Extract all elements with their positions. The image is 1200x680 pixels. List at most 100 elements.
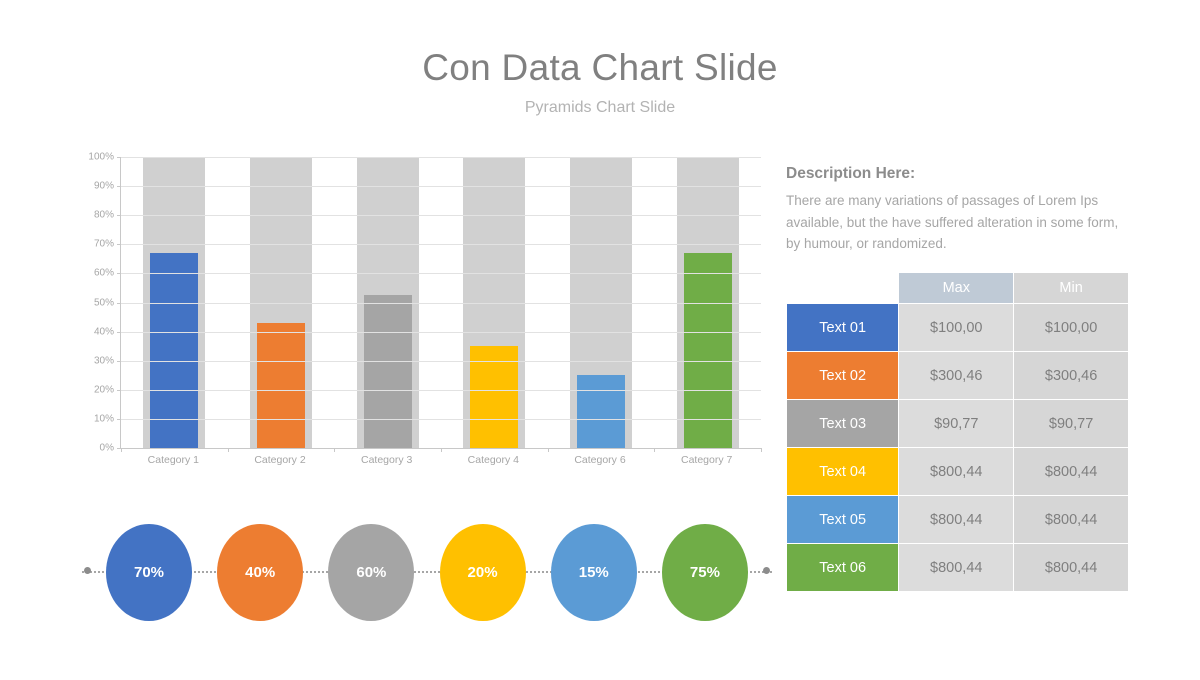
table-row-label: Text 06 <box>787 544 899 591</box>
x-axis-category-label: Category 7 <box>681 454 733 466</box>
y-axis-tickmark <box>117 244 121 246</box>
chart-gridline <box>121 273 761 275</box>
chart-gridline <box>121 215 761 217</box>
data-table: Max Min Text 01 $100,00 $100,00 Text 02 $300… <box>786 272 1129 592</box>
table-header-min: Min <box>1014 273 1128 303</box>
y-axis-tickmark <box>117 186 121 188</box>
table-cell-max: $800,44 <box>899 496 1014 543</box>
x-axis-tickmark <box>227 448 229 452</box>
percentage-circle-label: 60% <box>356 563 387 581</box>
y-axis-tick-label: 50% <box>93 297 114 308</box>
chart-gridline <box>121 418 761 420</box>
x-axis-category-label: Category 2 <box>254 454 306 466</box>
chart-gridline <box>121 389 761 391</box>
table-row-label: Text 04 <box>787 448 899 495</box>
percentage-circle[interactable]: 60% <box>328 523 415 621</box>
table-body: Text 01 $100,00 $100,00 Text 02 $300,46 $300,… <box>787 304 1128 591</box>
table-row[interactable]: Text 04 $800,44 $800,44 <box>787 448 1128 495</box>
percentage-circle[interactable]: 20% <box>439 523 526 621</box>
description-heading: Description Here: <box>786 165 916 182</box>
table-row-label: Text 01 <box>787 304 899 351</box>
x-axis-category-label: Category 1 <box>147 454 200 466</box>
table-cell-min: $90,77 <box>1014 400 1128 447</box>
bar-chart: 0% 10% 20% 30% 40% 50% 60% 70% 80% 90% 100% Catego… <box>82 151 763 480</box>
percentage-circle-label: 40% <box>245 563 276 581</box>
description-body: There are many variations of passages of… <box>786 193 1119 251</box>
chart-gridline <box>121 360 761 362</box>
table-header-max: Max <box>899 273 1014 303</box>
table-row[interactable]: Text 05 $800,44 $800,44 <box>787 496 1128 543</box>
y-axis-tick-label: 30% <box>93 355 114 367</box>
y-axis-tick-label: 100% <box>88 151 114 163</box>
table-cell-min: $800,44 <box>1014 544 1128 591</box>
y-axis-tickmark <box>117 273 121 275</box>
y-axis-tickmark <box>117 157 121 158</box>
y-axis-tick-label: 60% <box>93 267 114 279</box>
y-axis-tick-label: 40% <box>93 326 114 338</box>
description-block: Description Here: There are many variati… <box>786 163 1136 255</box>
table-header-blank <box>787 273 899 303</box>
y-axis-tickmark <box>117 331 121 333</box>
y-axis-tickmark <box>117 448 121 449</box>
table-cell-max: $300,46 <box>899 352 1014 399</box>
y-axis-tick-label: 20% <box>93 384 114 396</box>
percentage-circles-row: 70% 40% 60% 20% 15% 75% <box>82 522 772 622</box>
y-axis-tick-label: 10% <box>93 413 114 425</box>
table-row[interactable]: Text 01 $100,00 $100,00 <box>787 304 1128 351</box>
circles-container: 70% 40% 60% 20% 15% 75% <box>106 522 748 622</box>
table-cell-max: $90,77 <box>899 400 1014 447</box>
table-row[interactable]: Text 02 $300,46 $300,46 <box>787 352 1128 399</box>
percentage-circle-label: 15% <box>578 563 609 581</box>
table-cell-min: $300,46 <box>1014 352 1128 399</box>
y-axis-tick-label: 70% <box>93 238 114 250</box>
percentage-circle[interactable]: 70% <box>106 523 192 621</box>
table-head: Max Min <box>787 273 1128 303</box>
percentage-circle-label: 75% <box>689 563 720 581</box>
chart-gridline <box>121 186 761 188</box>
table-row-label: Text 05 <box>787 496 899 543</box>
y-axis-tickmark <box>117 360 121 362</box>
x-axis-tickmark <box>761 448 763 452</box>
x-axis-tickmark <box>441 448 443 452</box>
table-header-row: Max Min <box>787 273 1128 303</box>
page-subtitle: Pyramids Chart Slide <box>524 99 676 116</box>
percentage-circle-label: 70% <box>133 563 165 581</box>
x-axis-tickmark <box>334 448 336 452</box>
chart-gridline <box>121 302 761 304</box>
table-cell-min: $800,44 <box>1014 448 1128 495</box>
chart-gridline <box>121 331 761 333</box>
table-row[interactable]: Text 03 $90,77 $90,77 <box>787 400 1128 447</box>
table-row[interactable]: Text 06 $800,44 $800,44 <box>787 544 1128 591</box>
table-cell-min: $800,44 <box>1014 496 1128 543</box>
table-cell-max: $800,44 <box>899 448 1014 495</box>
page-title: Con Data Chart Slide <box>422 47 778 88</box>
table-cell-max: $100,00 <box>899 304 1014 351</box>
table-cell-min: $100,00 <box>1014 304 1128 351</box>
y-axis-tick-label: 0% <box>99 442 114 454</box>
x-axis: Category 1 Category 2 Category 3 Category 4… <box>120 454 760 466</box>
connector-dot-left <box>84 567 91 574</box>
y-axis-tickmark <box>117 418 121 420</box>
percentage-circle[interactable]: 15% <box>550 523 637 621</box>
x-axis-category-label: Category 4 <box>467 454 520 466</box>
slide-header: Con Data Chart Slide Pyramids Chart Slid… <box>0 46 1200 118</box>
plot-area <box>117 157 763 452</box>
bar-value <box>363 295 412 448</box>
percentage-circle[interactable]: 75% <box>661 523 748 621</box>
x-axis-tickmark <box>654 448 656 452</box>
x-axis-category-label: Category 6 <box>574 454 626 466</box>
percentage-circle-label: 20% <box>467 563 498 581</box>
table-cell-max: $800,44 <box>899 544 1014 591</box>
y-axis-tickmark <box>117 215 121 217</box>
connector-dot-right <box>763 567 770 574</box>
table-row-label: Text 03 <box>787 400 899 447</box>
y-axis-tickmark <box>117 389 121 391</box>
chart-gridline <box>121 157 761 158</box>
percentage-circle[interactable]: 40% <box>217 523 304 621</box>
x-axis-tickmark <box>121 448 122 452</box>
chart-gridline <box>121 244 761 246</box>
bar-value <box>577 375 626 448</box>
y-axis: 0% 10% 20% 30% 40% 50% 60% 70% 80% 90% 100% <box>82 151 118 454</box>
x-axis-tickmark <box>547 448 549 452</box>
bar-value <box>257 322 305 448</box>
